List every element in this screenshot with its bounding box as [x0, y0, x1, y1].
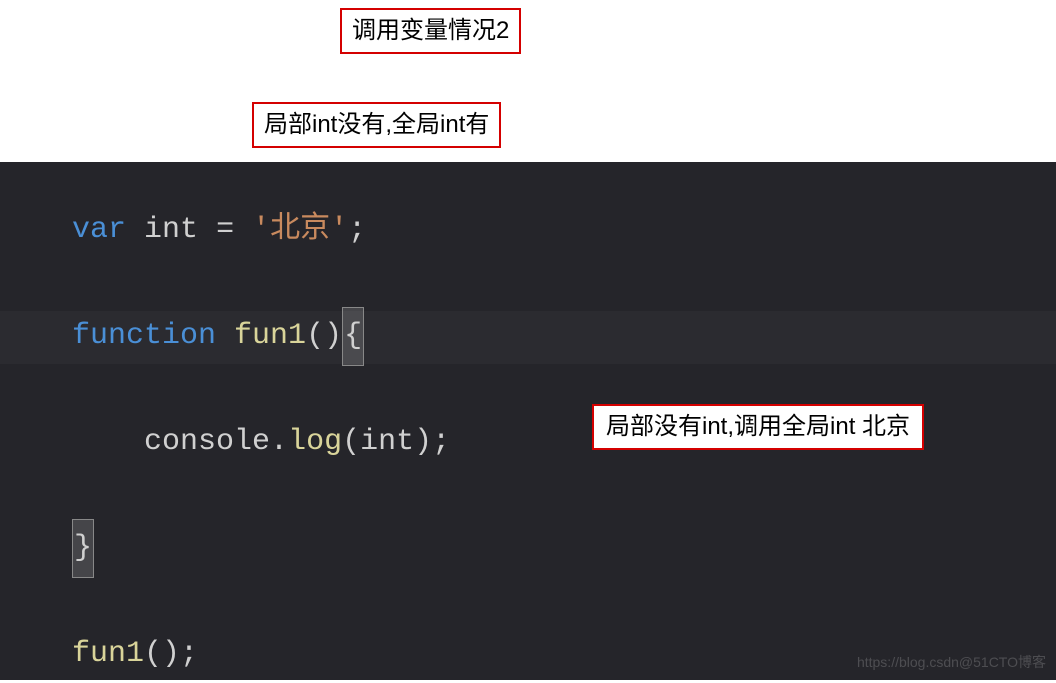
code-line-empty — [72, 363, 450, 416]
watermark-text: https://blog.csdn@51CTO博客 — [857, 649, 1046, 676]
annotation-title: 调用变量情况2 — [340, 8, 521, 54]
code-line-empty — [72, 575, 450, 628]
code-line: fun1(); — [72, 628, 450, 681]
editor-gutter — [0, 162, 10, 680]
annotation-subtitle: 局部int没有,全局int有 — [252, 102, 501, 148]
code-line-empty — [72, 257, 450, 310]
code-line: } — [72, 522, 450, 575]
code-line: var int = '北京'; — [72, 204, 450, 257]
code-line: function fun1(){ — [72, 310, 450, 363]
code-line: console.log(int); — [72, 416, 450, 469]
annotation-text: 2 — [496, 17, 509, 44]
code-content: var int = '北京'; function fun1(){ console… — [72, 204, 450, 681]
annotation-inline: 局部没有int,调用全局int 北京 — [592, 404, 924, 450]
annotation-text: 调用变量情况 — [352, 17, 496, 44]
code-line-empty — [72, 469, 450, 522]
